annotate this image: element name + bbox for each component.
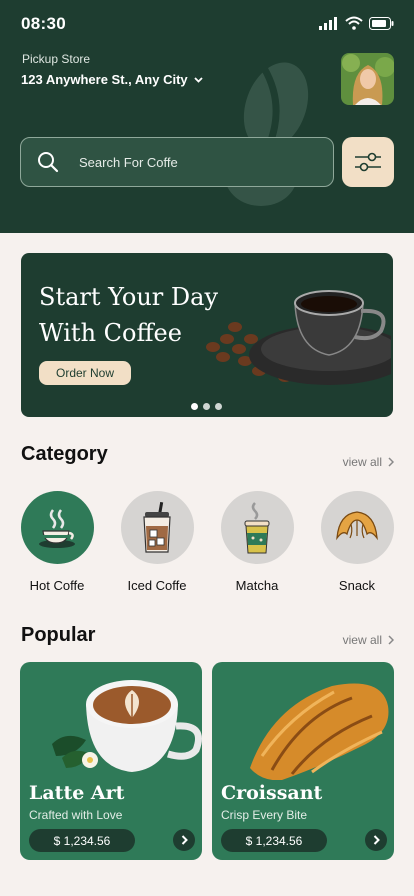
latte-art-image (52, 680, 202, 772)
category-label: Hot Coffe (29, 578, 85, 593)
product-name: Croissant (221, 782, 323, 804)
chevron-right-icon (388, 457, 394, 467)
filter-button[interactable] (342, 137, 394, 187)
carousel-dots (191, 403, 222, 410)
promo-banner[interactable]: Start Your Day With Coffee Order Now (21, 253, 393, 417)
store-address-selector[interactable]: 123 Anywhere St., Any City (21, 72, 203, 87)
category-title: Category (21, 443, 108, 465)
search-icon (38, 152, 59, 173)
product-card-croissant[interactable]: Croissant Crisp Every Bite $ 1,234.56 (212, 662, 394, 860)
carousel-dot[interactable] (191, 403, 198, 410)
category-view-all-link[interactable]: view all (343, 455, 394, 469)
product-open-button[interactable] (365, 829, 387, 851)
category-iced-coffee[interactable]: Iced Coffe (120, 491, 194, 593)
status-time: 08:30 (21, 14, 66, 33)
iced-coffee-icon (143, 501, 171, 553)
status-icons (319, 16, 394, 30)
product-open-button[interactable] (173, 829, 195, 851)
category-label: Snack (338, 578, 376, 593)
avatar[interactable] (341, 53, 394, 105)
search-input[interactable] (79, 154, 279, 170)
chevron-down-icon (194, 76, 203, 83)
avatar-image (341, 53, 394, 105)
product-subtitle: Crafted with Love (29, 808, 123, 822)
product-price: $ 1,234.56 (221, 829, 327, 852)
category-label: Matcha (235, 578, 279, 593)
search-bar[interactable] (20, 137, 334, 187)
pickup-label: Pickup Store (22, 52, 91, 66)
signal-icon (319, 16, 337, 30)
carousel-dot[interactable] (215, 403, 222, 410)
croissant-icon (336, 510, 378, 540)
coffee-cup-image (206, 290, 391, 385)
chevron-right-icon (373, 835, 380, 845)
battery-icon (369, 16, 394, 30)
hot-coffee-icon (39, 508, 75, 548)
popular-title: Popular (21, 624, 96, 646)
category-label: Iced Coffe (127, 578, 187, 593)
croissant-image (250, 683, 389, 780)
category-matcha[interactable]: Matcha (220, 491, 294, 593)
store-address: 123 Anywhere St., Any City (21, 72, 188, 87)
product-name: Latte Art (29, 782, 125, 804)
carousel-dot[interactable] (203, 403, 210, 410)
category-snack[interactable]: Snack (320, 491, 394, 593)
popular-view-all-link[interactable]: view all (343, 633, 394, 647)
filter-icon (355, 152, 381, 172)
product-subtitle: Crisp Every Bite (221, 808, 308, 822)
coffee-bean-decoration (225, 62, 309, 206)
product-price: $ 1,234.56 (29, 829, 135, 852)
chevron-right-icon (181, 835, 188, 845)
header: 08:30 Pickup Store 123 Anywhere St., Any… (0, 0, 414, 233)
product-card-latte-art[interactable]: Latte Art Crafted with Love $ 1,234.56 (20, 662, 202, 860)
category-hot-coffee[interactable]: Hot Coffe (20, 491, 94, 593)
matcha-icon (244, 501, 270, 553)
order-now-button[interactable]: Order Now (39, 361, 131, 385)
wifi-icon (345, 16, 363, 30)
chevron-right-icon (388, 635, 394, 645)
